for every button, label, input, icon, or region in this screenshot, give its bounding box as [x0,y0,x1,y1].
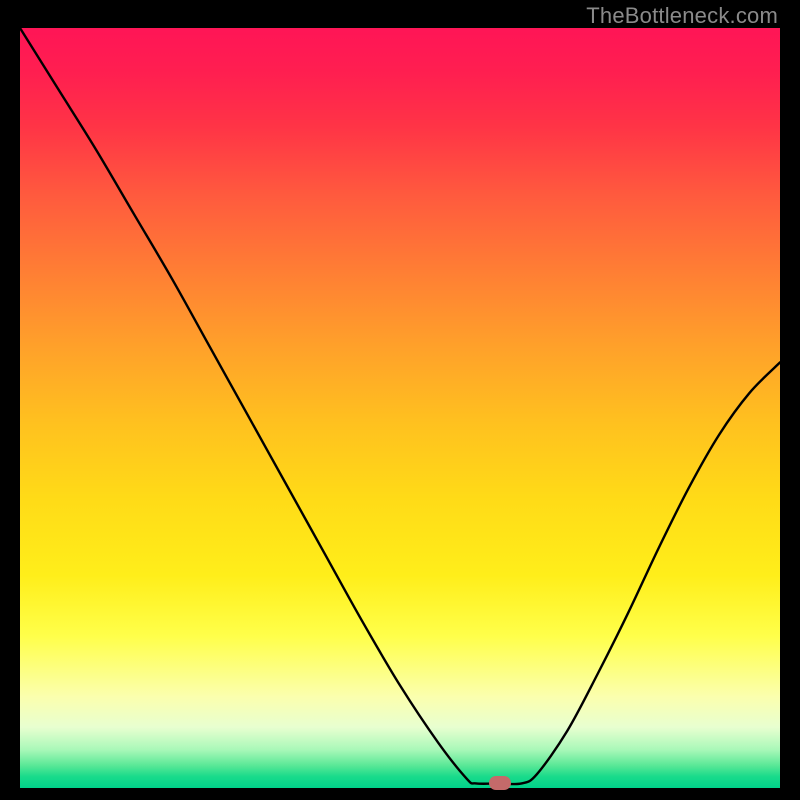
bottleneck-curve [20,28,780,788]
watermark-text: TheBottleneck.com [586,3,778,29]
chart-container: TheBottleneck.com [0,0,800,800]
plot-area [20,28,780,788]
curve-path [20,28,780,784]
optimal-point-marker [489,776,511,790]
